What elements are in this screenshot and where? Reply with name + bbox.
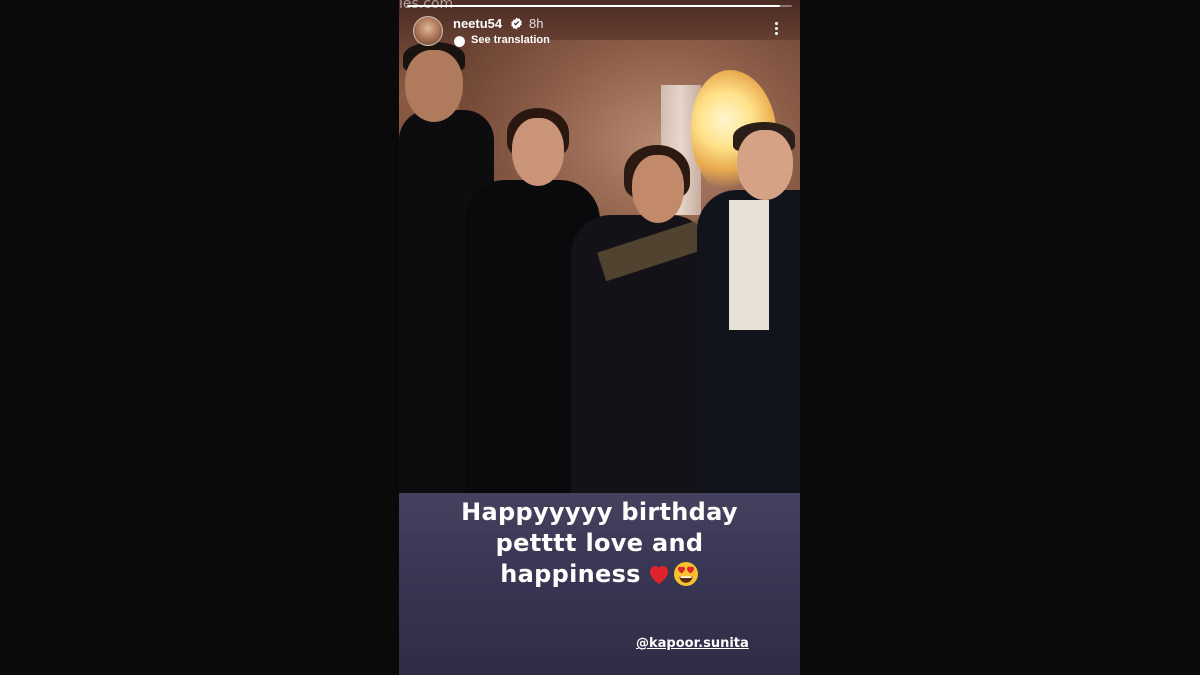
caption-line-1: Happyyyyy birthday — [461, 498, 738, 526]
post-time: 8h — [529, 16, 544, 31]
story-header: neetu54 8h See translation — [411, 14, 791, 48]
avatar[interactable] — [413, 16, 443, 46]
page-background: ies.com neetu54 8h See translation Happy… — [0, 0, 1200, 675]
caption-line-3: happiness — [399, 559, 800, 590]
caption-line-3-text: happiness — [500, 560, 641, 588]
mention-tag[interactable]: @kapoor.sunita — [636, 636, 749, 651]
person-3-face — [632, 155, 684, 223]
see-translation-link[interactable]: See translation — [471, 34, 550, 46]
story-progress-fill — [407, 5, 781, 7]
story-viewer[interactable]: ies.com neetu54 8h See translation Happy… — [399, 0, 800, 675]
heart-eyes-emoji — [673, 562, 698, 586]
caption-line-2: petttt love and — [495, 529, 704, 557]
story-caption: Happyyyyy birthday petttt love and happi… — [399, 497, 800, 590]
story-progress-bar — [407, 5, 792, 7]
heart-emoji — [649, 566, 668, 584]
person-1-face — [405, 50, 463, 122]
person-4-face — [737, 130, 793, 200]
person-4-shirt — [729, 200, 769, 330]
more-options-icon[interactable] — [771, 20, 781, 42]
person-2-face — [512, 118, 564, 186]
story-photo: ies.com — [399, 0, 800, 493]
verified-badge-icon — [511, 17, 522, 30]
translate-icon — [454, 36, 465, 47]
username[interactable]: neetu54 — [453, 16, 502, 31]
